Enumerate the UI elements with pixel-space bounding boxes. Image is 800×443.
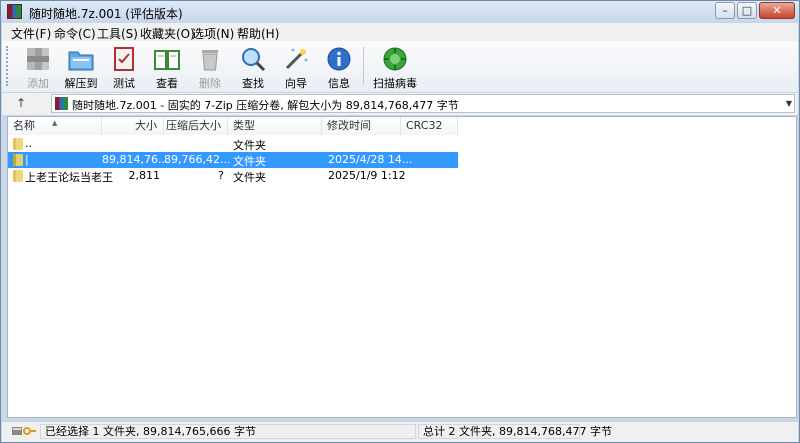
minimize-button[interactable]: – xyxy=(715,2,735,19)
folder-icon xyxy=(13,170,23,182)
archive-path-field[interactable]: 随时随地.7z.001 - 固实的 7-Zip 压缩分卷, 解包大小为 89,8… xyxy=(51,94,795,113)
test-icon xyxy=(114,47,134,71)
info-button[interactable]: 信息 xyxy=(314,44,364,90)
file-name: .. xyxy=(25,137,32,150)
file-type: 文件夹 xyxy=(233,171,266,184)
column-header-type[interactable]: 类型 xyxy=(228,117,322,135)
close-button[interactable]: ✕ xyxy=(759,2,795,19)
info-icon xyxy=(327,47,351,71)
toolbar-separator xyxy=(363,47,364,85)
menu-help[interactable]: 帮助(H) xyxy=(237,25,279,42)
column-header-size[interactable]: 大小 xyxy=(102,117,164,135)
column-header-modified[interactable]: 修改时间 xyxy=(322,117,401,135)
file-row-parent[interactable]: .. 文件夹 xyxy=(8,136,458,152)
file-size: 2,811 xyxy=(128,169,161,182)
title-bar: 随时随地.7z.001 (评估版本) – □ ✕ xyxy=(1,1,799,23)
archive-path-text: 随时随地.7z.001 - 固实的 7-Zip 压缩分卷, 解包大小为 89,8… xyxy=(72,99,459,112)
menu-tools[interactable]: 工具(S) xyxy=(97,25,138,42)
chevron-down-icon[interactable]: ▼ xyxy=(786,99,792,108)
virus-scan-button[interactable]: 扫描病毒 xyxy=(367,44,423,90)
folder-icon xyxy=(13,154,23,166)
magnifier-icon xyxy=(242,48,266,72)
info-label: 信息 xyxy=(328,77,350,90)
extract-to-icon xyxy=(68,51,94,71)
file-name: | xyxy=(25,153,29,166)
window-title: 随时随地.7z.001 (评估版本) xyxy=(29,7,183,21)
menu-favorites[interactable]: 收藏夹(O) xyxy=(140,25,195,42)
column-header-packed[interactable]: 压缩后大小 xyxy=(164,117,228,135)
up-folder-button[interactable]: ↑ xyxy=(16,96,26,110)
status-total: 总计 2 文件夹, 89,814,768,477 字节 xyxy=(418,424,612,439)
trash-icon xyxy=(202,50,218,71)
drive-key-icon xyxy=(12,427,36,435)
file-type: 文件夹 xyxy=(233,139,266,152)
column-header-crc32[interactable]: CRC32 xyxy=(401,117,458,135)
menu-commands[interactable]: 命令(C) xyxy=(54,25,96,42)
file-type: 文件夹 xyxy=(233,155,266,168)
file-modified: 2025/4/28 14... xyxy=(328,153,413,166)
virus-scan-label: 扫描病毒 xyxy=(373,77,417,90)
column-header-name[interactable]: ▲ 名称 xyxy=(8,117,102,135)
folder-icon xyxy=(13,138,23,150)
menu-options[interactable]: 选项(N) xyxy=(192,25,234,42)
status-bar: 已经选择 1 文件夹, 89,814,765,666 字节 总计 2 文件夹, … xyxy=(2,421,798,442)
file-modified: 2025/1/9 1:12 xyxy=(328,169,406,182)
menu-bar: 文件(F) 命令(C) 工具(S) 收藏夹(O) 选项(N) 帮助(H) xyxy=(2,23,798,42)
winrar-window: 随时随地.7z.001 (评估版本) – □ ✕ 文件(F) 命令(C) 工具(… xyxy=(0,0,800,443)
sort-ascending-icon: ▲ xyxy=(52,119,58,127)
file-size: 89,814,76... xyxy=(102,153,169,166)
maximize-button[interactable]: □ xyxy=(737,2,757,19)
virus-scan-icon xyxy=(383,47,407,71)
toolbar-grip[interactable] xyxy=(6,46,12,86)
file-name: 上老王论坛当老王 xyxy=(25,171,113,184)
file-packed-size: 89,766,42... xyxy=(164,153,231,166)
add-archive-icon xyxy=(27,48,49,70)
archive-icon xyxy=(55,97,68,110)
file-row-selected[interactable]: | 89,814,76... 89,766,42... 文件夹 2025/4/2… xyxy=(8,152,458,168)
status-selection: 已经选择 1 文件夹, 89,814,765,666 字节 xyxy=(40,424,416,439)
address-bar: ↑ 随时随地.7z.001 - 固实的 7-Zip 压缩分卷, 解包大小为 89… xyxy=(2,93,798,115)
file-row[interactable]: 上老王论坛当老王 2,811 ? 文件夹 2025/1/9 1:12 xyxy=(8,168,458,184)
menu-file[interactable]: 文件(F) xyxy=(11,25,51,42)
view-book-icon xyxy=(154,50,180,70)
file-list[interactable]: ▲ 名称 大小 压缩后大小 类型 修改时间 CRC32 .. 文件夹 | 89,… xyxy=(7,116,797,418)
file-packed-size: ? xyxy=(218,169,224,182)
toolbar: 添加 解压到 测试 查看 删除 查找 向导 信息 扫描病毒 xyxy=(2,41,798,93)
winrar-app-icon xyxy=(7,4,22,19)
wizard-wand-icon xyxy=(285,48,308,70)
